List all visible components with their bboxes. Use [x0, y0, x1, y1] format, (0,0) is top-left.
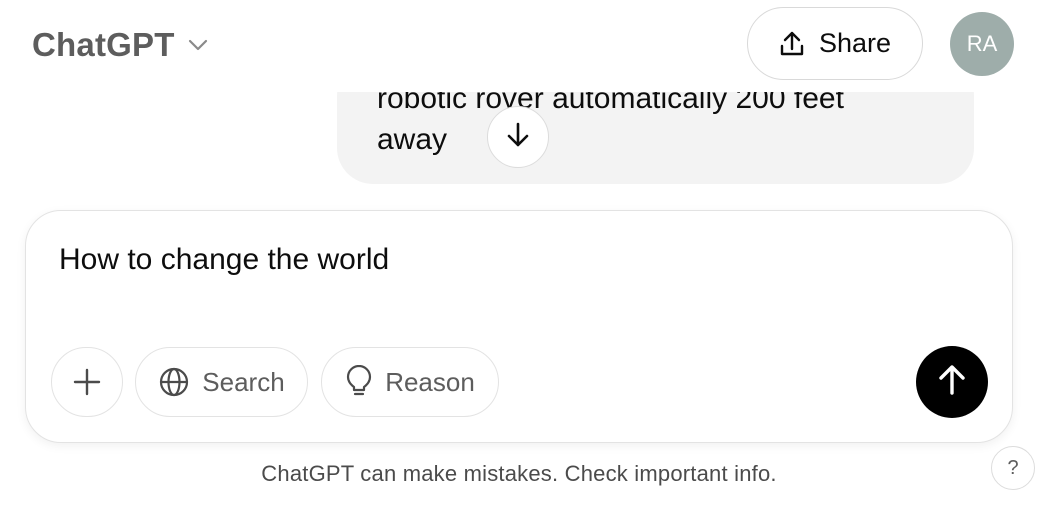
globe-icon: [158, 366, 190, 398]
search-label: Search: [202, 366, 285, 397]
avatar-initials: RA: [966, 31, 998, 56]
reason-label: Reason: [385, 366, 475, 397]
share-button[interactable]: Share: [747, 7, 923, 80]
attach-button[interactable]: [51, 347, 123, 417]
reason-button[interactable]: Reason: [321, 347, 499, 417]
arrow-down-icon: [504, 120, 532, 155]
disclaimer: ChatGPT can make mistakes. Check importa…: [261, 461, 777, 486]
message-last-line: away: [377, 123, 448, 156]
prompt-input[interactable]: How to change the world: [59, 243, 389, 277]
upload-icon: [779, 30, 805, 58]
composer: How to change the world Search Reason: [25, 210, 1013, 443]
send-button[interactable]: [916, 346, 988, 418]
model-name: ChatGPT: [32, 26, 175, 63]
model-switcher[interactable]: ChatGPT: [32, 24, 209, 66]
top-bar: ChatGPT Share RA: [0, 0, 1046, 92]
arrow-up-icon: [936, 363, 968, 402]
help-label: ?: [1007, 456, 1019, 479]
search-button[interactable]: Search: [135, 347, 308, 417]
chevron-down-icon: [187, 38, 209, 52]
scroll-to-bottom-button[interactable]: [487, 106, 549, 168]
plus-icon: [72, 367, 102, 397]
help-button[interactable]: ?: [991, 446, 1035, 490]
lightbulb-icon: [345, 365, 373, 399]
share-label: Share: [818, 28, 892, 58]
avatar[interactable]: RA: [950, 12, 1014, 76]
